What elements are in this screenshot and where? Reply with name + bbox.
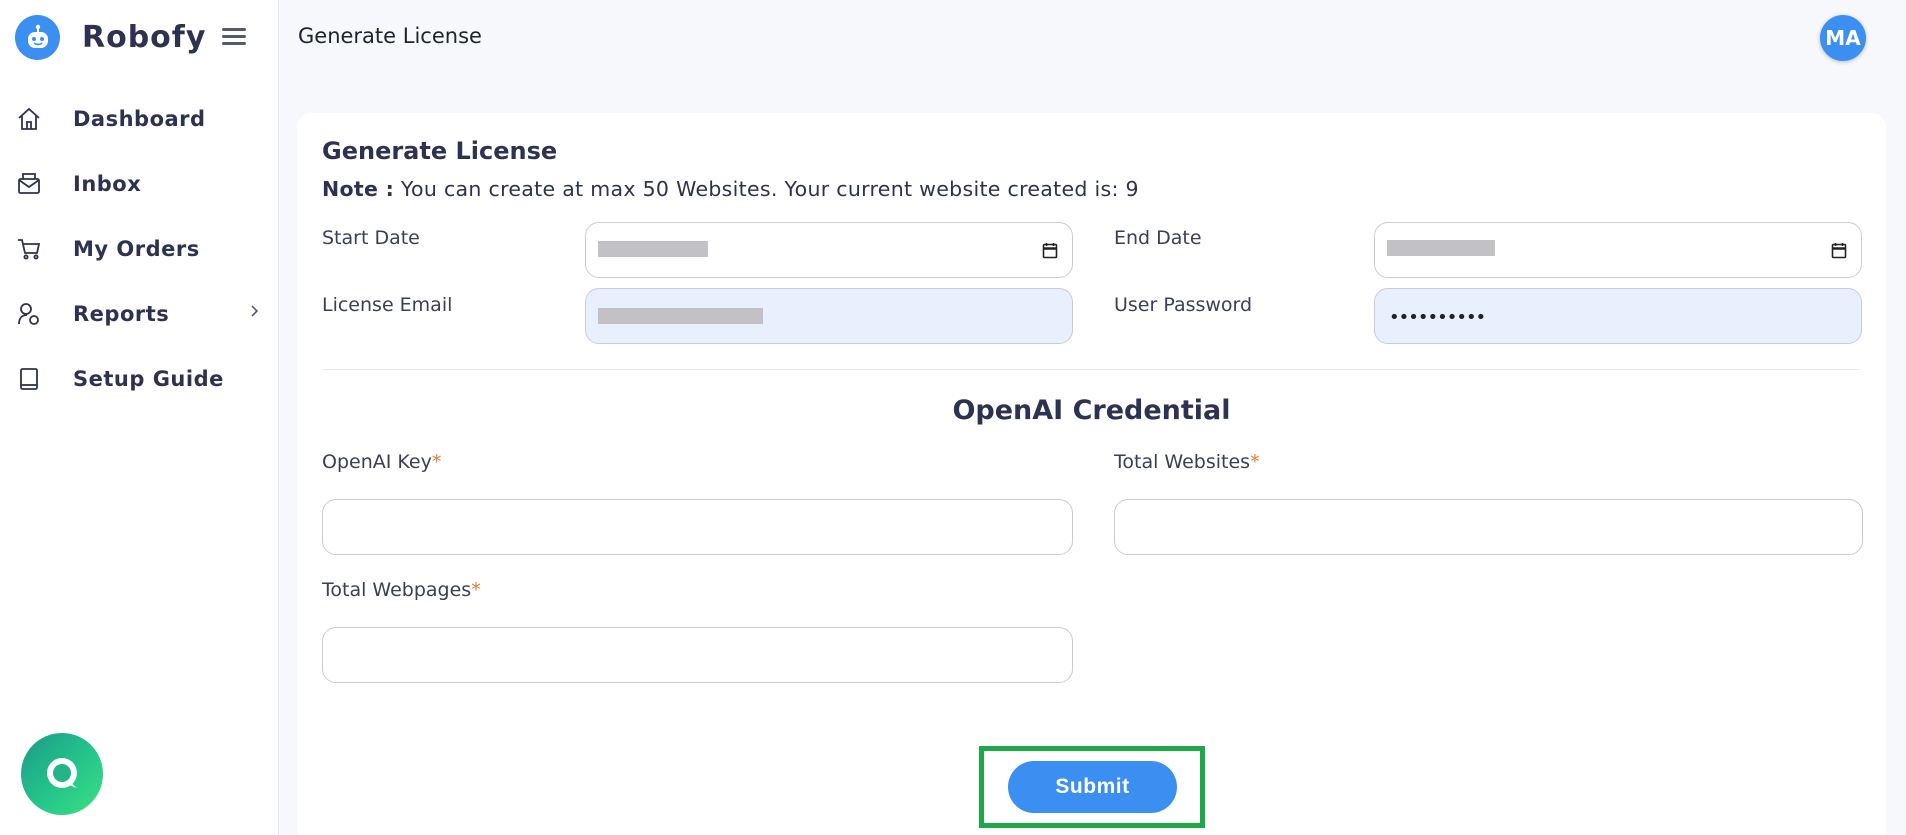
chevron-right-icon <box>249 303 259 322</box>
total-websites-input[interactable] <box>1114 499 1863 555</box>
home-icon <box>15 105 43 133</box>
total-websites-label: Total Websites* <box>1114 451 1260 473</box>
menu-toggle-icon[interactable] <box>222 28 246 48</box>
openai-key-input[interactable] <box>322 499 1073 555</box>
total-websites-text-input[interactable] <box>1115 500 1862 554</box>
divider <box>322 369 1860 370</box>
page-title: Generate License <box>298 24 482 48</box>
sidebar-item-my-orders[interactable]: My Orders <box>0 216 279 281</box>
total-webpages-label-text: Total Webpages <box>322 579 472 601</box>
end-date-label: End Date <box>1114 227 1202 249</box>
chat-widget-button[interactable] <box>21 733 103 815</box>
openai-key-label: OpenAI Key* <box>322 451 441 473</box>
user-password-label: User Password <box>1114 294 1253 316</box>
section-title: OpenAI Credential <box>952 395 1231 426</box>
end-date-field[interactable] <box>1374 222 1862 278</box>
inbox-icon <box>15 170 43 198</box>
sidebar-item-reports[interactable]: Reports <box>0 281 279 346</box>
calendar-icon[interactable] <box>1042 242 1058 263</box>
total-webpages-label: Total Webpages* <box>322 579 481 601</box>
robot-logo-icon <box>15 15 60 60</box>
user-password-field[interactable]: •••••••••• <box>1374 288 1862 344</box>
sidebar-item-label: Dashboard <box>73 106 206 131</box>
redacted-value <box>598 241 708 257</box>
sidebar-item-label: Reports <box>73 301 170 326</box>
sidebar-item-setup-guide[interactable]: Setup Guide <box>0 346 279 411</box>
start-date-label: Start Date <box>322 227 420 249</box>
brand[interactable]: Robofy <box>15 15 206 60</box>
sidebar-item-label: Setup Guide <box>73 366 224 391</box>
note-message: You can create at max 50 Websites. Your … <box>394 177 1139 201</box>
sidebar-nav: Dashboard Inbox My Orders Reports Setup … <box>0 86 279 411</box>
sidebar-item-inbox[interactable]: Inbox <box>0 151 279 216</box>
start-date-field[interactable] <box>585 222 1073 278</box>
redacted-value <box>1387 240 1495 256</box>
sidebar-item-dashboard[interactable]: Dashboard <box>0 86 279 151</box>
total-websites-label-text: Total Websites <box>1114 451 1251 473</box>
sidebar-item-label: My Orders <box>73 236 200 261</box>
avatar[interactable]: MA <box>1820 15 1866 61</box>
required-marker: * <box>471 579 481 601</box>
sidebar-item-label: Inbox <box>73 171 142 196</box>
calendar-icon[interactable] <box>1831 242 1847 263</box>
note-label: Note : <box>322 177 395 201</box>
license-email-label: License Email <box>322 294 453 316</box>
redacted-value <box>598 308 763 324</box>
total-webpages-text-input[interactable] <box>323 628 1072 682</box>
license-email-field[interactable] <box>585 288 1073 344</box>
reports-icon <box>15 300 43 328</box>
total-webpages-input[interactable] <box>322 627 1073 683</box>
card-title: Generate License <box>322 137 558 165</box>
brand-name: Robofy <box>82 20 207 55</box>
required-marker: * <box>1250 451 1260 473</box>
chat-icon <box>47 758 77 788</box>
sidebar: Robofy Dashboard Inbox My Orders Reports… <box>0 0 279 835</box>
book-icon <box>15 365 43 393</box>
required-marker: * <box>431 451 442 473</box>
cart-icon <box>15 235 43 263</box>
openai-key-text-input[interactable] <box>323 500 1072 554</box>
password-mask: •••••••••• <box>1389 307 1486 328</box>
openai-key-label-text: OpenAI Key <box>322 451 432 473</box>
note-text: Note : You can create at max 50 Websites… <box>322 177 1139 201</box>
generate-license-card: Generate License Note : You can create a… <box>297 113 1886 835</box>
submit-button[interactable]: Submit <box>1008 761 1177 813</box>
